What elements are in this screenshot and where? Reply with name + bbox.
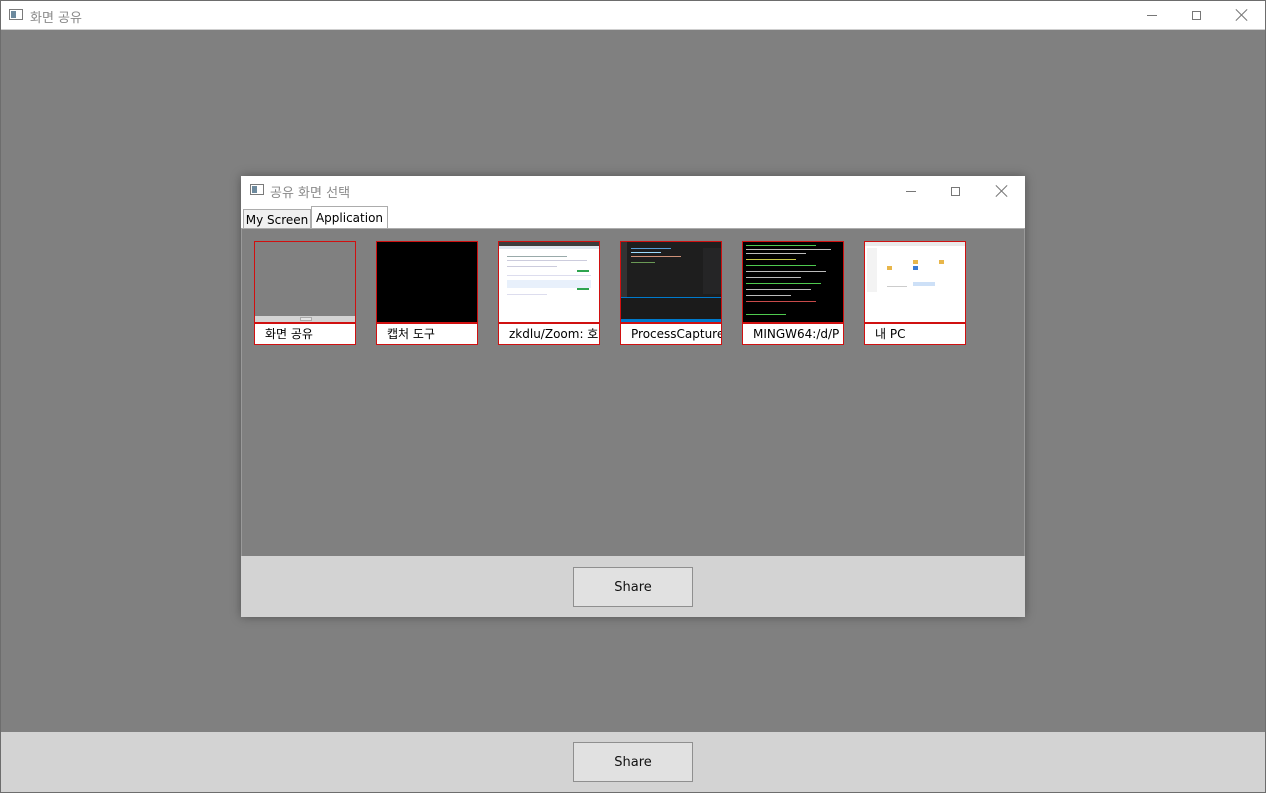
minimize-icon xyxy=(905,190,916,192)
tab-application[interactable]: Application xyxy=(311,206,388,229)
main-footer: Share xyxy=(1,732,1265,792)
app-thumbnail[interactable]: 내 PC xyxy=(864,241,966,345)
app-thumbnail[interactable]: ProcessCapture xyxy=(620,241,722,345)
maximize-icon xyxy=(1192,10,1201,20)
share-picker-dialog: 공유 화면 선택 My Screen Application 화면 공유 캡처 … xyxy=(241,176,1025,617)
main-close-button[interactable] xyxy=(1219,0,1264,30)
dialog-footer: Share xyxy=(241,556,1025,617)
thumbnail-preview xyxy=(742,241,844,323)
main-maximize-button[interactable] xyxy=(1174,0,1219,30)
dialog-titlebar: 공유 화면 선택 My Screen Application xyxy=(241,176,1025,229)
maximize-icon xyxy=(951,186,960,196)
app-thumbnail[interactable]: 캡처 도구 xyxy=(376,241,478,345)
main-titlebar: 화면 공유 xyxy=(0,0,1266,30)
thumbnail-preview xyxy=(254,241,356,323)
thumbnail-preview xyxy=(864,241,966,323)
dialog-maximize-button[interactable] xyxy=(933,176,978,206)
app-thumbnail[interactable]: MINGW64:/d/P xyxy=(742,241,844,345)
main-share-button[interactable]: Share xyxy=(573,742,693,782)
dialog-window-icon xyxy=(250,184,264,195)
app-thumbnail[interactable]: zkdlu/Zoom: 호 xyxy=(498,241,600,345)
thumbnail-label: 화면 공유 xyxy=(254,323,356,345)
close-icon xyxy=(1236,9,1248,21)
main-window-title: 화면 공유 xyxy=(30,11,82,26)
tab-my-screen[interactable]: My Screen xyxy=(243,209,311,229)
minimize-icon xyxy=(1146,14,1157,16)
thumbnail-label: ProcessCapture xyxy=(620,323,722,345)
thumbnail-label: 캡처 도구 xyxy=(376,323,478,345)
dialog-minimize-button[interactable] xyxy=(888,176,933,206)
dialog-share-button[interactable]: Share xyxy=(573,567,693,607)
thumbnail-label: MINGW64:/d/P xyxy=(742,323,844,345)
dialog-close-button[interactable] xyxy=(979,176,1024,206)
thumbnail-preview xyxy=(376,241,478,323)
thumbnail-preview xyxy=(620,241,722,323)
app-thumbnail[interactable]: 화면 공유 xyxy=(254,241,356,345)
thumbnail-label: zkdlu/Zoom: 호 xyxy=(498,323,600,345)
thumbnail-preview xyxy=(498,241,600,323)
thumbnail-label: 내 PC xyxy=(864,323,966,345)
app-window-icon xyxy=(9,9,23,20)
close-icon xyxy=(996,185,1008,197)
dialog-title: 공유 화면 선택 xyxy=(270,186,351,201)
main-minimize-button[interactable] xyxy=(1129,0,1174,30)
